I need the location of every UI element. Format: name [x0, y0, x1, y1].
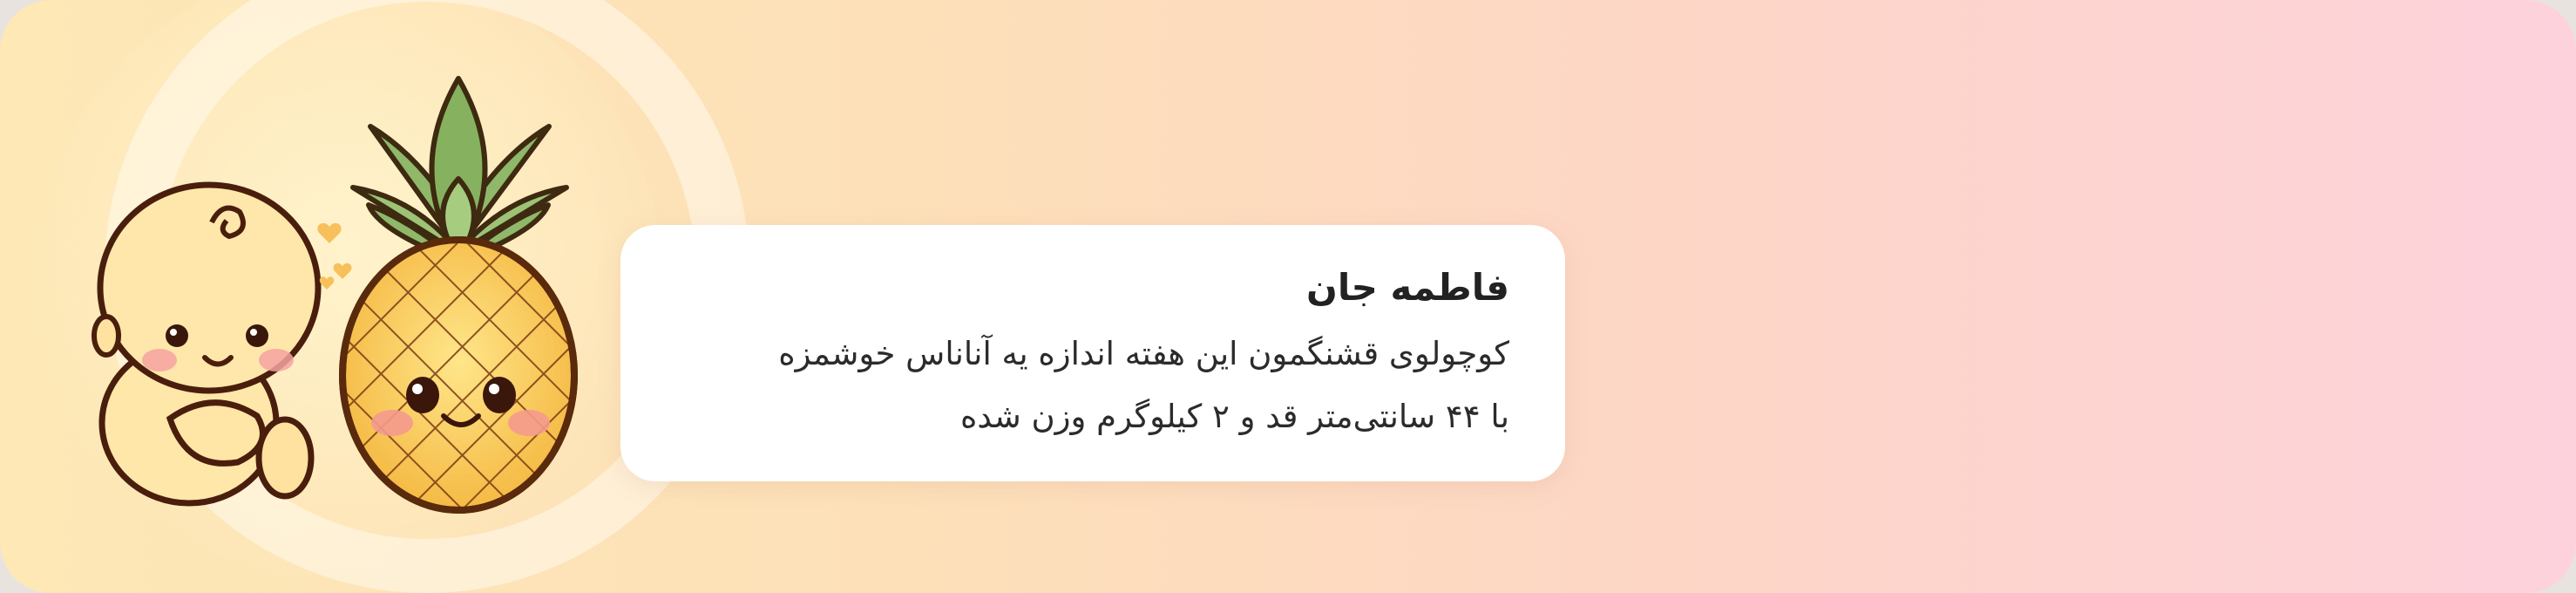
message-body: کوچولوی قشنگمون این هفته اندازه یه آنانا… [676, 323, 1509, 448]
pineapple-illustration [339, 76, 578, 514]
baby-illustration [92, 181, 322, 507]
message-line-2: با ۴۴ سانتی‌متر قد و ۲ کیلوگرم وزن شده [959, 398, 1509, 435]
baby-size-banner: فاطمه جان کوچولوی قشنگمون این هفته انداز… [0, 0, 2576, 593]
message-card: فاطمه جان کوچولوی قشنگمون این هفته انداز… [620, 225, 1565, 481]
greeting-title: فاطمه جان [1306, 266, 1509, 309]
illustration [92, 76, 578, 514]
message-line-1: کوچولوی قشنگمون این هفته اندازه یه آنانا… [778, 335, 1509, 372]
hearts-icon [317, 222, 352, 290]
